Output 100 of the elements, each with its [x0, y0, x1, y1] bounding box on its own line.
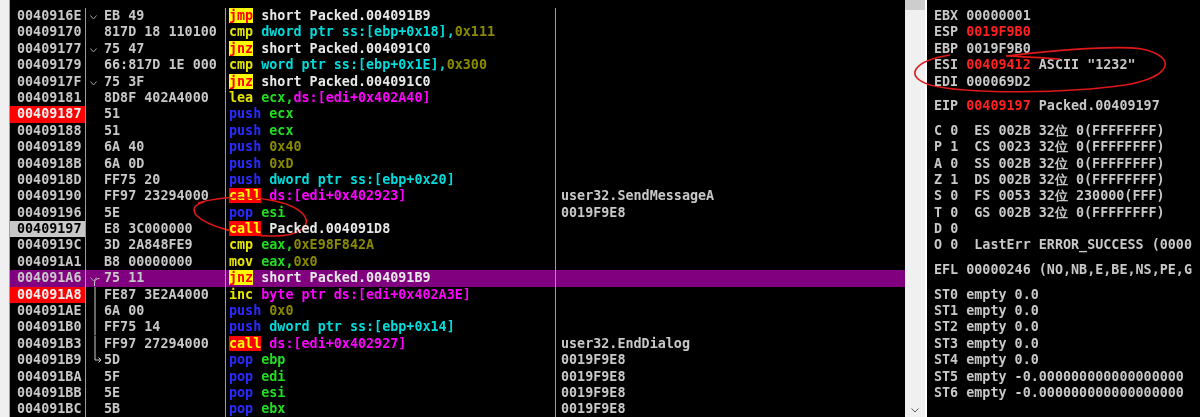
instruction-text: pop ebp	[229, 352, 286, 368]
hex-bytes: 6A 40	[104, 139, 145, 156]
instruction-text: pop esi	[229, 385, 286, 400]
instruction-text: lea ecx,ds:[edi+0x402A40]	[229, 89, 431, 105]
comment-text: 0019F9E8	[561, 352, 626, 368]
flag-name: A	[934, 155, 943, 171]
comment-text: 0019F9E8	[561, 204, 626, 220]
address-cell-text: 0040917F	[16, 73, 83, 90]
hex-bytes: 6A 00	[104, 303, 145, 320]
instruction-text: push 0xD	[229, 155, 294, 171]
segment-info: CS 0023 32位 0(FFFFFFFF)	[974, 139, 1165, 155]
address-cell: 00409197	[10, 221, 85, 238]
hex-bytes: FF97 23294000	[104, 188, 209, 205]
address-cell-text: 0040918D	[16, 171, 83, 189]
flag-value: 0	[950, 237, 959, 253]
segment-info: GS 002B 32位 0(FFFFFFFF)	[974, 204, 1165, 220]
address-cell-text: 004091BC	[16, 401, 83, 417]
hex-bytes: FF75 14	[104, 319, 161, 336]
address-cell-text: 0040918B	[16, 155, 83, 172]
instruction-text: cmp dword ptr ss:[ebp+0x18],0x111	[229, 24, 496, 40]
hex-bytes: 75 11	[104, 270, 145, 287]
comment-text: 0019F9E8	[561, 368, 626, 384]
register-value: empty 0.0	[966, 303, 1039, 318]
register-value: 00409412	[966, 57, 1031, 73]
hex-bytes: 6A 0D	[104, 155, 145, 172]
segment-info: SS 002B 32位 0(FFFFFFFF)	[974, 155, 1165, 171]
flag-value: 1	[950, 139, 959, 155]
instruction-text: cmp eax,0xE98F842A	[229, 237, 375, 253]
flag-value: 0	[950, 221, 959, 237]
instruction-text: push ecx	[229, 106, 294, 122]
address-cell-text: 004091B3	[16, 335, 83, 353]
hex-bytes: EB 49	[104, 8, 145, 25]
register-value: 00000001	[966, 8, 1031, 23]
selected-row[interactable]: 004091A6 75 11 jnz short Packed.004091B9	[10, 270, 905, 287]
address-cell: 00409187	[10, 106, 85, 123]
instruction-text: push dword ptr ss:[ebp+0x20]	[229, 171, 455, 187]
flag-value: 0	[950, 155, 959, 171]
hex-bytes: 5B	[104, 401, 121, 417]
address-cell-text: 00409196	[16, 204, 83, 222]
hex-bytes: 5F	[104, 368, 121, 385]
register-name: ST2	[934, 319, 959, 335]
register-value: 00000246	[966, 262, 1031, 278]
flag-name: P	[934, 139, 943, 155]
register-value: 0019F9B0	[966, 40, 1031, 56]
segment-info: LastErr ERROR_SUCCESS (0000	[974, 237, 1192, 253]
scroll-thumb[interactable]	[905, 0, 925, 10]
register-name: ST1	[934, 303, 959, 318]
address-cell-text: 004091B9	[16, 352, 83, 369]
hex-bytes: 5D	[104, 352, 121, 369]
flag-value: 0	[950, 204, 959, 220]
address-cell-text: 00409179	[16, 57, 83, 74]
register-value: empty -0.000000000000000000	[966, 384, 1184, 400]
flag-value: 0	[950, 188, 959, 204]
register-value: 00409197	[966, 98, 1031, 114]
register-value: empty 0.0	[966, 286, 1039, 302]
address-cell-text: 00409189	[16, 139, 83, 156]
scroll-down-icon[interactable]	[911, 408, 919, 413]
comment-text: 0019F9E8	[561, 401, 626, 417]
address-cell-text: 004091A6	[16, 270, 83, 287]
register-name: ST5	[934, 368, 959, 384]
hex-bytes: 66:817D 1E 000	[104, 57, 217, 74]
hex-bytes: 817D 18 110100	[104, 24, 217, 41]
instruction-text: jmp short Packed.004091B9	[229, 8, 431, 23]
flag-name: Z	[934, 171, 943, 187]
instruction-text: inc byte ptr ds:[edi+0x402A3E]	[229, 286, 471, 302]
comment-text: user32.SendMessageA	[561, 188, 715, 204]
instruction-text: call ds:[edi+0x402927]	[229, 335, 407, 351]
hex-bytes: 51	[104, 106, 121, 123]
instruction-text: push 0x40	[229, 139, 302, 155]
register-name: EDI	[934, 73, 959, 89]
instruction-text: pop esi	[229, 204, 286, 220]
scrollbar[interactable]	[905, 0, 925, 417]
instruction-text: jnz short Packed.004091B9	[229, 270, 431, 286]
hex-bytes: 51	[104, 122, 121, 140]
register-comment: Packed.00409197	[1038, 98, 1160, 114]
address-cell-text: 004091BB	[16, 385, 83, 402]
register-name: ST0	[934, 286, 959, 302]
instruction-text: pop ebx	[229, 401, 286, 417]
hex-bytes: FE87 3E2A4000	[104, 286, 209, 304]
flag-name: S	[934, 188, 943, 204]
register-name: ST6	[934, 384, 959, 400]
register-value: 0019F9B0	[966, 24, 1031, 40]
register-comment: ASCII "1232"	[1038, 57, 1136, 73]
register-value: empty 0.0	[966, 352, 1039, 368]
flag-name: O	[934, 237, 943, 253]
register-name: EBP	[934, 40, 959, 56]
hex-bytes: 5E	[104, 204, 121, 222]
address-cell-text: 0040916E	[16, 8, 83, 25]
instruction-text: push 0x0	[229, 303, 294, 319]
hex-bytes: FF97 27294000	[104, 335, 209, 353]
address-cell-text: 004091B0	[16, 319, 83, 336]
flag-value: 1	[950, 171, 959, 187]
address-cell-text: 00409188	[16, 122, 83, 140]
hex-bytes: 75 47	[104, 40, 145, 58]
address-cell-text: 0040919C	[16, 237, 83, 254]
hex-bytes: FF75 20	[104, 171, 161, 189]
address-cell-text: 004091A1	[16, 253, 83, 271]
register-name: ESP	[934, 24, 959, 40]
instruction-text: push ecx	[229, 122, 294, 138]
register-name: EBX	[934, 8, 959, 23]
